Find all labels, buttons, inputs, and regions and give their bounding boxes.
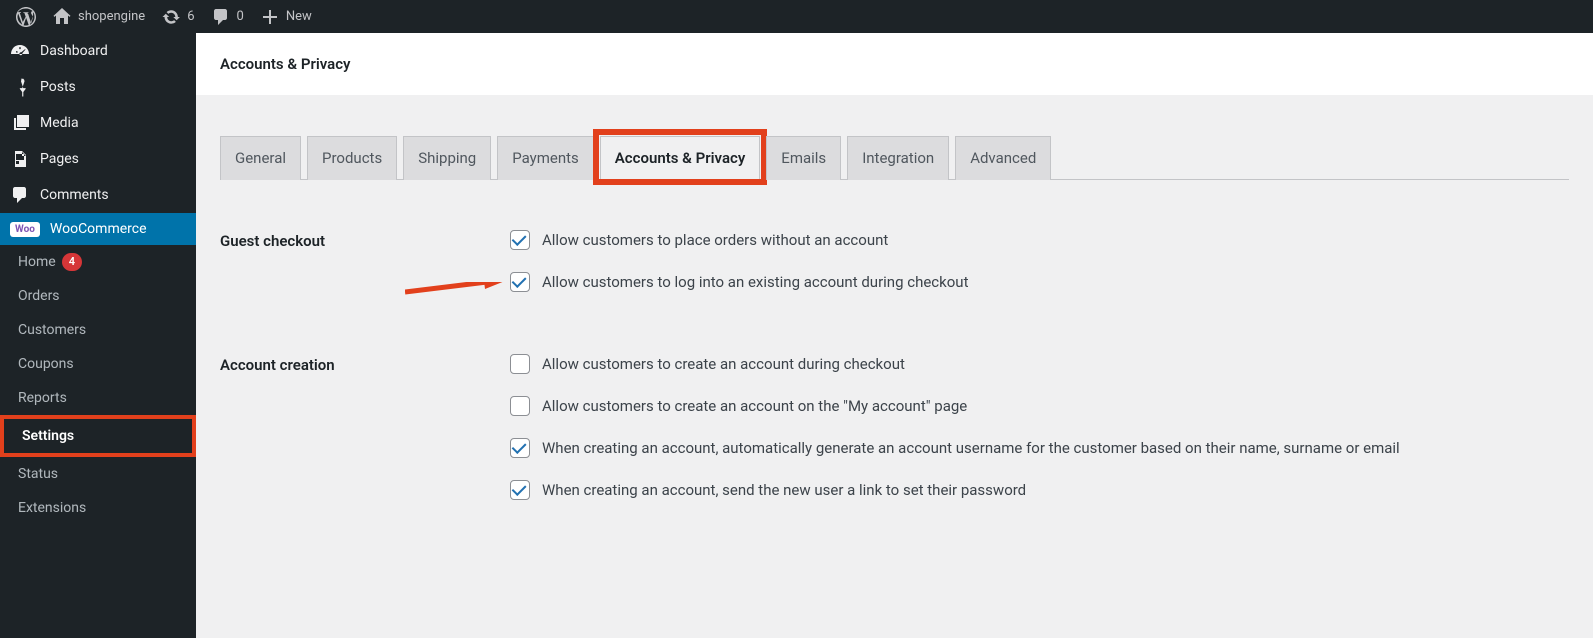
checkbox-create-during-checkout[interactable]: [510, 354, 530, 374]
checkbox-label[interactable]: When creating an account, send the new u…: [542, 481, 1026, 499]
sidebar-sub-label: Settings: [22, 427, 74, 445]
sidebar-sub-home[interactable]: Home 4: [0, 245, 196, 279]
plus-icon: [260, 7, 280, 27]
checkbox-label[interactable]: Allow customers to place orders without …: [542, 231, 888, 249]
new-content-link[interactable]: New: [252, 0, 320, 33]
sidebar-item-label: WooCommerce: [50, 221, 147, 237]
sidebar-sub-extensions[interactable]: Extensions: [0, 491, 196, 525]
sidebar-sub-status[interactable]: Status: [0, 457, 196, 491]
comment-icon: [211, 7, 231, 27]
tab-payments[interactable]: Payments: [497, 136, 594, 180]
sidebar-sub-reports[interactable]: Reports: [0, 381, 196, 415]
checkbox-orders-without-account[interactable]: [510, 230, 530, 250]
arrow-annotation-icon: [405, 282, 505, 302]
section-label-guest-checkout: Guest checkout: [220, 230, 510, 250]
row-guest-checkout: Guest checkout Allow customers to place …: [220, 230, 1569, 314]
tab-shipping[interactable]: Shipping: [403, 136, 491, 180]
opt-orders-without-account: Allow customers to place orders without …: [510, 230, 1569, 250]
sidebar-item-label: Media: [40, 115, 79, 131]
opt-auto-username: When creating an account, automatically …: [510, 438, 1569, 458]
opt-password-link: When creating an account, send the new u…: [510, 480, 1569, 500]
sidebar-sub-settings[interactable]: Settings: [0, 415, 196, 457]
checkbox-create-myaccount[interactable]: [510, 396, 530, 416]
tab-emails[interactable]: Emails: [766, 136, 841, 180]
new-label: New: [286, 9, 312, 24]
guest-checkout-fields: Allow customers to place orders without …: [510, 230, 1569, 314]
tab-advanced[interactable]: Advanced: [955, 136, 1051, 180]
sidebar-sub-orders[interactable]: Orders: [0, 279, 196, 313]
opt-create-myaccount: Allow customers to create an account on …: [510, 396, 1569, 416]
checkbox-auto-username[interactable]: [510, 438, 530, 458]
opt-login-during-checkout: Allow customers to log into an existing …: [510, 272, 1569, 292]
admin-sidebar: Dashboard Posts Media Pages Comments Woo…: [0, 33, 196, 638]
comments-count: 0: [237, 9, 244, 24]
row-account-creation: Account creation Allow customers to crea…: [220, 354, 1569, 522]
checkbox-password-link[interactable]: [510, 480, 530, 500]
site-name: shopengine: [78, 9, 145, 24]
sidebar-sub-label: Orders: [18, 287, 60, 305]
main-content: Accounts & Privacy General Products Ship…: [196, 33, 1593, 638]
comments-icon: [10, 185, 30, 205]
tab-accounts-privacy[interactable]: Accounts & Privacy: [600, 136, 761, 180]
sidebar-item-label: Posts: [40, 79, 76, 95]
site-home-link[interactable]: shopengine: [44, 0, 153, 33]
sidebar-item-media[interactable]: Media: [0, 105, 196, 141]
sidebar-item-dashboard[interactable]: Dashboard: [0, 33, 196, 69]
sidebar-sub-label: Customers: [18, 321, 86, 339]
opt-create-during-checkout: Allow customers to create an account dur…: [510, 354, 1569, 374]
checkbox-label[interactable]: When creating an account, automatically …: [542, 439, 1400, 457]
comments-link[interactable]: 0: [203, 0, 252, 33]
sidebar-sub-label: Status: [18, 465, 58, 483]
dashboard-icon: [10, 41, 30, 61]
woocommerce-icon: Woo: [10, 222, 40, 237]
content-area: General Products Shipping Payments Accou…: [196, 95, 1593, 562]
media-icon: [10, 113, 30, 133]
sidebar-item-label: Pages: [40, 151, 79, 167]
sidebar-item-label: Dashboard: [40, 43, 108, 59]
sidebar-sub-label: Coupons: [18, 355, 74, 373]
settings-tabs: General Products Shipping Payments Accou…: [220, 135, 1569, 180]
checkbox-label[interactable]: Allow customers to create an account on …: [542, 397, 967, 415]
wordpress-logo-icon: [16, 7, 36, 27]
sidebar-sub-label: Reports: [18, 389, 67, 407]
tab-integration[interactable]: Integration: [847, 136, 949, 180]
sidebar-sub-label: Extensions: [18, 499, 86, 517]
update-icon: [161, 7, 181, 27]
section-label-account-creation: Account creation: [220, 354, 510, 374]
checkbox-label[interactable]: Allow customers to log into an existing …: [542, 273, 968, 291]
sidebar-item-woocommerce[interactable]: Woo WooCommerce: [0, 213, 196, 245]
pin-icon: [10, 77, 30, 97]
sidebar-item-pages[interactable]: Pages: [0, 141, 196, 177]
account-creation-fields: Allow customers to create an account dur…: [510, 354, 1569, 522]
checkbox-label[interactable]: Allow customers to create an account dur…: [542, 355, 905, 373]
admin-bar: shopengine 6 0 New: [0, 0, 1593, 33]
pages-icon: [10, 149, 30, 169]
tab-general[interactable]: General: [220, 136, 301, 180]
tab-products[interactable]: Products: [307, 136, 397, 180]
form-table: Guest checkout Allow customers to place …: [220, 230, 1569, 522]
sidebar-sub-customers[interactable]: Customers: [0, 313, 196, 347]
home-icon: [52, 7, 72, 27]
checkbox-login-during-checkout[interactable]: [510, 272, 530, 292]
updates-link[interactable]: 6: [153, 0, 202, 33]
updates-count: 6: [187, 9, 194, 24]
sidebar-item-comments[interactable]: Comments: [0, 177, 196, 213]
page-title: Accounts & Privacy: [196, 33, 1593, 95]
sidebar-item-label: Comments: [40, 187, 109, 203]
home-badge: 4: [62, 253, 82, 271]
wp-logo-menu[interactable]: [8, 0, 44, 33]
sidebar-sub-label: Home: [18, 253, 56, 271]
sidebar-item-posts[interactable]: Posts: [0, 69, 196, 105]
sidebar-sub-coupons[interactable]: Coupons: [0, 347, 196, 381]
